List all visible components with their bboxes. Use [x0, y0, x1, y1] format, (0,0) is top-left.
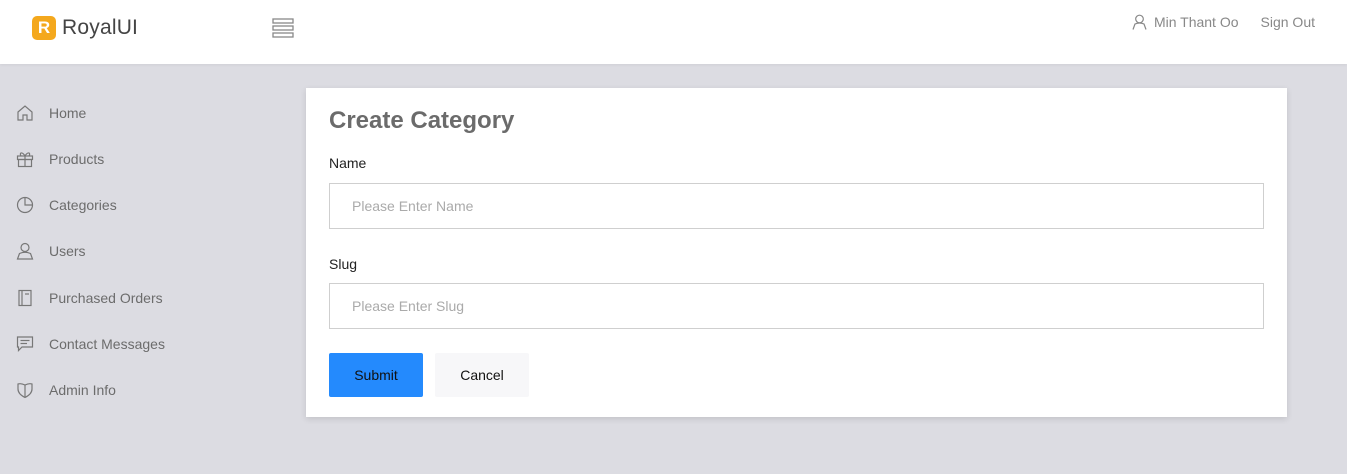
- book-icon: [16, 289, 34, 307]
- brand[interactable]: R RoyalUI: [32, 16, 138, 40]
- message-icon: [16, 335, 34, 353]
- sidebar-item-label: Admin Info: [49, 382, 116, 398]
- nav-right: Min Thant Oo Sign Out: [1132, 14, 1315, 30]
- name-input[interactable]: [329, 183, 1264, 229]
- menu-toggle-icon[interactable]: [272, 17, 294, 39]
- user-menu[interactable]: Min Thant Oo: [1132, 14, 1239, 30]
- user-icon: [16, 242, 34, 260]
- sidebar-item-admin-info[interactable]: Admin Info: [16, 380, 116, 400]
- brand-logo-icon: R: [32, 16, 56, 40]
- shield-icon: [16, 381, 34, 399]
- slug-input[interactable]: [329, 283, 1264, 329]
- sidebar-item-label: Categories: [49, 197, 117, 213]
- sidebar-item-label: Purchased Orders: [49, 290, 163, 306]
- sidebar-item-purchased-orders[interactable]: Purchased Orders: [16, 288, 163, 308]
- top-navbar: R RoyalUI Min Thant Oo Sign Out: [0, 0, 1347, 64]
- sidebar-item-users[interactable]: Users: [16, 241, 86, 261]
- gift-icon: [16, 150, 34, 168]
- sidebar-item-label: Contact Messages: [49, 336, 165, 352]
- sidebar: Home Products Categories Users Purchased…: [0, 64, 290, 474]
- user-icon: [1132, 14, 1147, 30]
- brand-name: RoyalUI: [62, 16, 139, 39]
- submit-button[interactable]: Submit: [329, 353, 423, 397]
- sign-out-link[interactable]: Sign Out: [1261, 14, 1315, 30]
- pie-chart-icon: [16, 196, 34, 214]
- slug-label: Slug: [329, 256, 358, 272]
- sidebar-item-categories[interactable]: Categories: [16, 195, 117, 215]
- name-label: Name: [329, 155, 367, 171]
- sidebar-item-products[interactable]: Products: [16, 149, 104, 169]
- sidebar-item-label: Products: [49, 151, 105, 167]
- create-category-card: Create Category Name Slug Submit Cancel: [306, 88, 1287, 417]
- home-icon: [16, 104, 34, 122]
- cancel-button[interactable]: Cancel: [435, 353, 529, 397]
- sidebar-item-label: Users: [49, 243, 86, 259]
- sidebar-item-contact-messages[interactable]: Contact Messages: [16, 334, 165, 354]
- sidebar-item-label: Home: [49, 105, 87, 121]
- page-title: Create Category: [329, 107, 515, 134]
- user-name: Min Thant Oo: [1153, 14, 1239, 30]
- sidebar-item-home[interactable]: Home: [16, 103, 86, 123]
